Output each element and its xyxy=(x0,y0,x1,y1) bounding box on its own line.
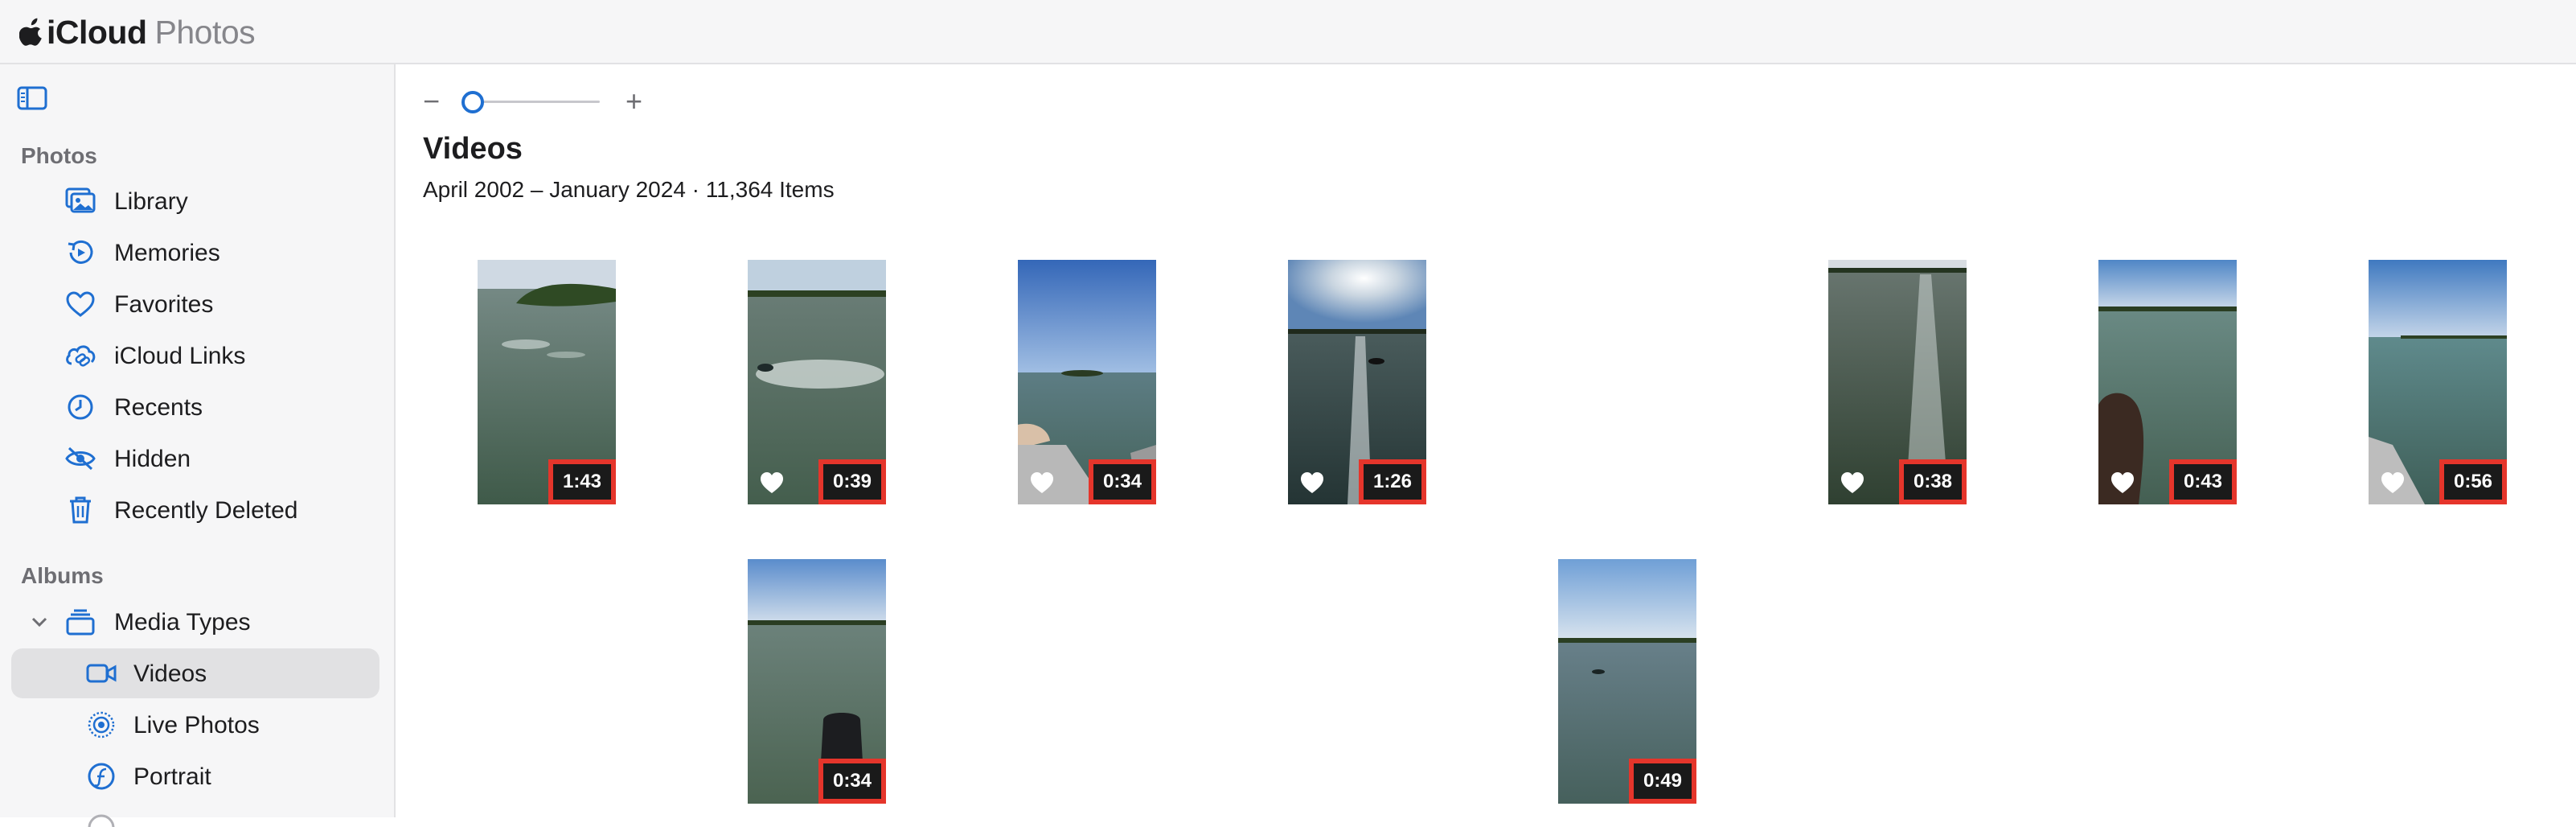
sidebar-item-favorites[interactable]: Favorites xyxy=(11,279,379,329)
video-thumbnail[interactable]: 0:43 xyxy=(2098,260,2237,504)
top-bar: iCloud Photos xyxy=(0,0,2576,64)
page-subtitle: April 2002 – January 2024 · 11,364 Items xyxy=(423,177,835,202)
sidebar-item-label: Recents xyxy=(114,394,203,421)
sidebar-item-portrait[interactable]: Portrait xyxy=(11,751,379,801)
clock-icon xyxy=(68,394,93,420)
chevron-down-icon[interactable] xyxy=(29,611,50,632)
video-thumbnail[interactable]: 1:26 xyxy=(1288,260,1426,504)
link-icon xyxy=(66,345,96,367)
video-duration: 1:26 xyxy=(1372,471,1413,492)
stack-icon xyxy=(66,609,95,636)
favorite-heart-icon[interactable] xyxy=(1840,471,1865,495)
video-duration: 0:34 xyxy=(1102,471,1142,492)
circle-icon xyxy=(88,814,115,827)
favorite-heart-icon[interactable] xyxy=(2380,471,2406,495)
sidebar-item-hidden[interactable]: Hidden xyxy=(11,434,379,483)
duration-badge: 0:56 xyxy=(2439,459,2507,504)
sidebar-item-label: Memories xyxy=(114,240,220,266)
sidebar-item-memories[interactable]: Memories xyxy=(11,228,379,278)
favorite-heart-icon[interactable] xyxy=(1299,471,1325,495)
sidebar-item-recents[interactable]: Recents xyxy=(11,382,379,432)
sidebar-item-label: Recently Deleted xyxy=(114,497,298,524)
sidebar-item-videos[interactable]: Videos xyxy=(11,648,379,698)
zoom-out-button[interactable]: − xyxy=(423,85,440,117)
sidebar-item-label: Favorites xyxy=(114,291,214,318)
video-duration: 0:43 xyxy=(2183,471,2223,492)
memories-icon xyxy=(68,240,93,264)
zoom-slider-thumb[interactable] xyxy=(461,91,484,113)
favorite-heart-icon[interactable] xyxy=(1029,471,1055,495)
section-title-albums: Albums xyxy=(21,563,104,588)
brand-photos: Photos xyxy=(154,13,256,51)
video-thumbnail[interactable]: 0:39 xyxy=(748,260,886,504)
sidebar-toggle-icon[interactable] xyxy=(16,85,48,111)
video-duration: 0:49 xyxy=(1643,770,1683,792)
video-thumbnail[interactable]: 0:34 xyxy=(748,559,886,804)
sidebar-item-label: Live Photos xyxy=(133,712,260,739)
heart-icon xyxy=(66,291,95,317)
video-thumbnail[interactable]: 0:38 xyxy=(1828,260,1967,504)
video-icon xyxy=(86,664,117,683)
live-photo-icon xyxy=(88,711,115,739)
sidebar-item-label: Library xyxy=(114,188,188,215)
duration-badge: 0:39 xyxy=(818,459,886,504)
video-thumbnail[interactable]: 0:56 xyxy=(2369,260,2507,504)
zoom-control: − + xyxy=(423,84,642,119)
trash-icon xyxy=(70,496,91,524)
favorite-heart-icon[interactable] xyxy=(759,471,785,495)
duration-badge: 1:26 xyxy=(1359,459,1426,504)
sidebar: Photos Library Memories Favorites iCloud… xyxy=(0,64,396,827)
sidebar-item-media-types[interactable]: Media Types xyxy=(11,597,379,647)
portrait-icon xyxy=(88,763,115,790)
video-thumbnail[interactable]: 0:49 xyxy=(1558,559,1696,804)
duration-badge: 0:49 xyxy=(1629,759,1696,804)
section-title-photos: Photos xyxy=(21,143,97,168)
duration-badge: 0:34 xyxy=(1089,459,1156,504)
sidebar-item-label: Portrait xyxy=(133,763,211,790)
duration-badge: 0:38 xyxy=(1899,459,1967,504)
sidebar-item-label: Media Types xyxy=(114,609,251,636)
sidebar-item-label: Hidden xyxy=(114,446,191,472)
main-content: − + Videos April 2002 – January 2024 · 1… xyxy=(396,64,2576,817)
sidebar-item-live-photos[interactable]: Live Photos xyxy=(11,700,379,750)
sidebar-item-library[interactable]: Library xyxy=(11,176,379,226)
video-thumbnail[interactable]: 1:43 xyxy=(478,260,616,504)
video-duration: 1:43 xyxy=(562,471,602,492)
video-duration: 0:56 xyxy=(2453,471,2493,492)
sidebar-item-recently-deleted[interactable]: Recently Deleted xyxy=(11,485,379,535)
duration-badge: 1:43 xyxy=(548,459,616,504)
apple-logo-icon xyxy=(19,18,42,46)
app-brand[interactable]: iCloud Photos xyxy=(19,10,256,55)
video-duration: 0:34 xyxy=(832,770,872,792)
duration-badge: 0:34 xyxy=(818,759,886,804)
zoom-in-button[interactable]: + xyxy=(626,85,642,117)
duration-badge: 0:43 xyxy=(2169,459,2237,504)
video-duration: 0:39 xyxy=(832,471,872,492)
page-title: Videos xyxy=(423,132,523,166)
favorite-heart-icon[interactable] xyxy=(2110,471,2135,495)
brand-icloud: iCloud xyxy=(47,13,147,51)
sidebar-item-icloud-links[interactable]: iCloud Links xyxy=(11,331,379,381)
video-thumbnail[interactable]: 0:34 xyxy=(1018,260,1156,504)
video-duration: 0:38 xyxy=(1913,471,1953,492)
eye-slash-icon xyxy=(65,446,96,471)
sidebar-item-label: Videos xyxy=(133,660,207,687)
sidebar-item-label: iCloud Links xyxy=(114,343,246,369)
library-icon xyxy=(65,187,96,213)
sidebar-item-partial[interactable] xyxy=(11,803,379,827)
